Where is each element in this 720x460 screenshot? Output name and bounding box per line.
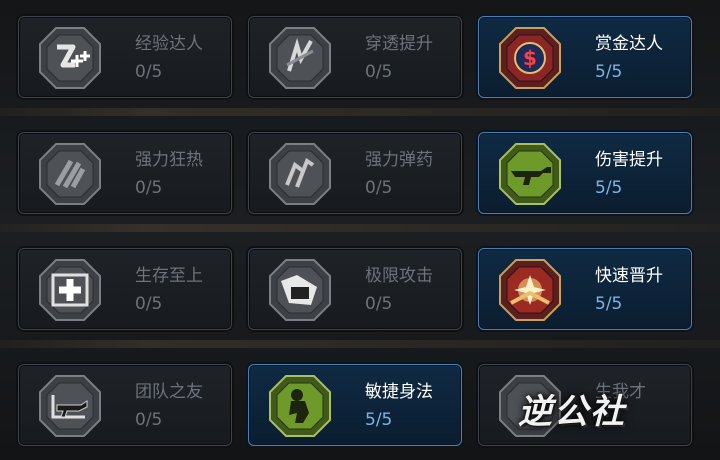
perk-progress: 5/5 [595,62,623,82]
perk-card-power-ammo[interactable]: 强力弹药 0/5 [248,132,462,214]
perk-name: 强力弹药 [365,150,433,170]
perk-name: 敏捷身法 [365,382,433,402]
perk-name: 经验达人 [135,34,203,54]
dollar-coin-icon: $ [497,25,563,91]
agile-soldier-icon [267,373,333,439]
perk-progress: 5/5 [595,294,623,314]
perk-card-power-frenzy[interactable]: 强力狂热 0/5 [18,132,232,214]
perk-card-bounty[interactable]: $ 赏金达人 5/5 [478,16,692,98]
perk-card-fast-promotion[interactable]: 快速晋升 5/5 [478,248,692,330]
perk-card-extreme-attack[interactable]: 极限攻击 0/5 [248,248,462,330]
watermark-text: 逆公社 [518,392,626,432]
perk-progress: 5/5 [365,410,393,430]
perk-name: 快速晋升 [595,266,663,286]
xp-plus-icon [37,25,103,91]
perk-name: 强力狂热 [135,150,203,170]
perk-name: 伤害提升 [595,150,663,170]
medical-cross-icon [37,257,103,323]
power-frenzy-icon [37,141,103,207]
rank-star-icon [497,257,563,323]
perk-progress: 0/5 [135,410,163,430]
extreme-attack-icon [267,257,333,323]
perk-card-damage[interactable]: 伤害提升 5/5 [478,132,692,214]
perk-progress: 0/5 [365,178,393,198]
svg-text:$: $ [523,46,537,70]
perk-progress: 5/5 [595,178,623,198]
perk-card-penetration[interactable]: 穿透提升 0/5 [248,16,462,98]
perk-name: 团队之友 [135,382,203,402]
rifle-icon [497,141,563,207]
perk-name: 穿透提升 [365,34,433,54]
team-rifle-icon [37,373,103,439]
watermark: 逆公社 [496,372,712,452]
perk-progress: 0/5 [135,178,163,198]
perk-card-survival[interactable]: 生存至上 0/5 [18,248,232,330]
perk-name: 生存至上 [135,266,203,286]
penetration-icon [267,25,333,91]
perk-name: 赏金达人 [595,34,663,54]
perk-card-xp[interactable]: 经验达人 0/5 [18,16,232,98]
perk-card-agile[interactable]: 敏捷身法 5/5 [248,364,462,446]
perk-progress: 0/5 [135,294,163,314]
perk-name: 极限攻击 [365,266,433,286]
perk-progress: 0/5 [135,62,163,82]
perk-progress: 0/5 [365,62,393,82]
perk-progress: 0/5 [365,294,393,314]
power-ammo-icon [267,141,333,207]
perk-card-team-friend[interactable]: 团队之友 0/5 [18,364,232,446]
